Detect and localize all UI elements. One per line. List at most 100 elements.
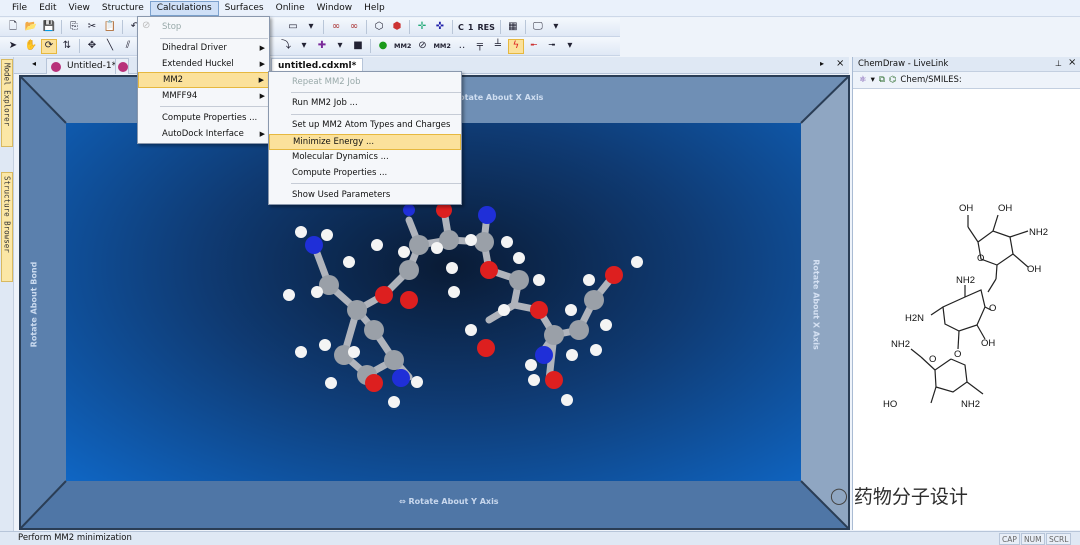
menu-view[interactable]: View (63, 1, 96, 16)
fire-icon[interactable]: ϟ (507, 38, 524, 54)
move-icon[interactable]: ✥ (84, 39, 100, 54)
dropdown-arrow-icon[interactable]: ▾ (548, 20, 564, 35)
tab-list-icon[interactable]: ▸ (820, 59, 824, 68)
atoms (283, 202, 643, 408)
label-oh: OH (959, 203, 973, 214)
new-file-icon[interactable]: 🗋 (5, 20, 21, 35)
select-arrow-icon[interactable]: ➤ (5, 39, 21, 54)
copy-icon[interactable]: ⎘ (66, 20, 82, 35)
molecule-icon[interactable]: ⚛ (859, 75, 867, 85)
molecule-model[interactable] (249, 170, 649, 440)
atom-label-icon[interactable]: ✛ (414, 20, 430, 35)
status-text: Perform MM2 minimization (18, 533, 132, 543)
stereo-icon[interactable]: ∞ (328, 20, 344, 35)
rotate-y-label[interactable]: ⇔ Rotate About Y Axis (399, 497, 499, 506)
open-file-icon[interactable]: 📂 (23, 20, 39, 35)
menu-window[interactable]: Window (311, 1, 359, 16)
serial-number-button[interactable]: 1 (466, 20, 476, 35)
menu-setup-mm2-atom-types[interactable]: Set up MM2 Atom Types and Charges (269, 117, 461, 133)
cancel-icon[interactable]: ⊘ (414, 39, 430, 54)
model-display-icon[interactable]: ▭ (285, 20, 301, 35)
glasses-icon[interactable]: ∞ (346, 20, 362, 35)
element-label-button[interactable]: C (456, 20, 466, 35)
dropdown-arrow-icon[interactable]: ▾ (332, 39, 348, 54)
dropdown-arrow-icon[interactable]: ▾ (871, 75, 875, 85)
toolbar-separator (122, 20, 123, 34)
surface-icon[interactable]: ⬢ (389, 20, 405, 35)
residue-label-button[interactable]: RES (475, 20, 496, 35)
menu-mm2[interactable]: MM2 ▶ (138, 72, 269, 88)
menu-mm2-compute-properties[interactable]: Compute Properties ... (269, 165, 461, 181)
smiles-icon[interactable]: ⌬ (889, 75, 896, 85)
depth-cue-icon[interactable]: ✚ (314, 39, 330, 54)
status-bar: Perform MM2 minimization CAP NUM SCRL (0, 531, 1080, 545)
toolbar-separator (499, 20, 501, 34)
monitor-icon[interactable]: 🖵 (530, 20, 546, 35)
perspective-icon[interactable]: ⤵ (278, 39, 294, 54)
table-icon[interactable]: ▦ (505, 20, 521, 35)
structure-browser-tab[interactable]: Structure Browser (1, 172, 13, 282)
pin-icon[interactable]: ⊥ (1055, 59, 1062, 68)
menu-file[interactable]: File (6, 1, 33, 16)
menu-help[interactable]: Help (358, 1, 391, 16)
h-label-icon[interactable]: ‥ (454, 39, 470, 54)
chemdraw-livelink-panel: ChemDraw - LiveLink ⊥ × ⚛ ▾ ⧉ ⌬ Chem/SMI… (852, 57, 1080, 530)
rotate-x-label-top[interactable]: Rotate About X Axis (453, 93, 543, 102)
mm2-minimize-button[interactable]: MM2 (431, 39, 452, 54)
scroll-left-icon[interactable]: ◂ (32, 59, 36, 68)
bond-order-icon[interactable]: ╧ (490, 39, 506, 54)
dropdown-arrow-icon[interactable]: ▾ (562, 39, 578, 54)
rotate-icon[interactable]: ⟳ (41, 38, 57, 54)
tab-untitled-1[interactable]: Untitled-1* (46, 58, 124, 74)
menu-dihedral-driver[interactable]: Dihedral Driver ▶ (138, 40, 269, 56)
dipole-icon[interactable]: ╾ (526, 39, 542, 54)
stop-icon[interactable]: ■ (350, 39, 366, 54)
model-explorer-tab[interactable]: Model Explorer (1, 59, 13, 147)
orbital-icon[interactable]: ⬡ (371, 20, 387, 35)
menu-surfaces[interactable]: Surfaces (219, 1, 270, 16)
calculations-menu: ⊘ Stop Dihedral Driver ▶ Extended Huckel ▶… (137, 16, 270, 144)
menu-compute-properties[interactable]: Compute Properties ... (138, 110, 269, 126)
spin-icon[interactable]: ╼ (544, 39, 560, 54)
hand-icon[interactable]: ✋ (23, 39, 39, 54)
menu-run-mm2-job[interactable]: Run MM2 Job ... (269, 95, 461, 111)
menu-stop[interactable]: Stop (138, 19, 269, 35)
close-document-icon[interactable]: × (836, 58, 844, 69)
charge-icon[interactable]: ╤ (472, 39, 488, 54)
toolbar-separator (370, 39, 371, 53)
double-bond-icon[interactable]: ⫽ (120, 39, 136, 54)
close-panel-icon[interactable]: × (1068, 57, 1076, 68)
rotate-x-label-right[interactable]: Rotate About X Axis (812, 259, 821, 349)
serial-label-icon[interactable]: ✜ (432, 20, 448, 35)
dropdown-arrow-icon[interactable]: ▾ (296, 39, 312, 54)
menu-edit[interactable]: Edit (33, 1, 62, 16)
menu-extended-huckel[interactable]: Extended Huckel ▶ (138, 56, 269, 72)
wechat-icon: ◯ (830, 485, 848, 505)
run-icon[interactable]: ● (375, 39, 391, 54)
sync-icon[interactable]: ⧉ (879, 75, 885, 85)
toolbar-separator (366, 20, 367, 34)
tab-document-icon[interactable] (115, 58, 129, 74)
menu-minimize-energy[interactable]: Minimize Energy ... (269, 134, 461, 150)
menu-mmff94[interactable]: MMFF94 ▶ (138, 88, 269, 104)
rotate-bond-label[interactable]: Rotate About Bond (29, 262, 38, 348)
save-icon[interactable]: 💾 (41, 20, 57, 35)
menu-repeat-mm2-job[interactable]: Repeat MM2 Job (269, 74, 461, 90)
smiles-label[interactable]: Chem/SMILES: (900, 75, 961, 85)
cut-icon[interactable]: ✂ (84, 20, 100, 35)
menu-autodock-interface[interactable]: AutoDock Interface ▶ (138, 126, 269, 142)
menu-calculations[interactable]: Calculations (149, 0, 219, 16)
menu-show-used-parameters[interactable]: Show Used Parameters (269, 187, 461, 203)
bond-icon[interactable]: ╲ (102, 39, 118, 54)
mm2-button[interactable]: MM2 (392, 39, 413, 54)
menu-structure[interactable]: Structure (96, 1, 150, 16)
menu-molecular-dynamics[interactable]: Molecular Dynamics ... (269, 149, 461, 165)
toolbar-separator (79, 39, 80, 53)
translate-icon[interactable]: ⇅ (59, 39, 75, 54)
structure-drawing[interactable]: OH OH NH2 OH NH2 O O H2N OH O NH2 O HO N… (873, 197, 1063, 422)
toolbar-separator (452, 20, 453, 34)
paste-icon[interactable]: 📋 (102, 20, 118, 35)
menu-online[interactable]: Online (270, 1, 311, 16)
panel-title: ChemDraw - LiveLink (853, 57, 1080, 72)
dropdown-arrow-icon[interactable]: ▾ (303, 20, 319, 35)
